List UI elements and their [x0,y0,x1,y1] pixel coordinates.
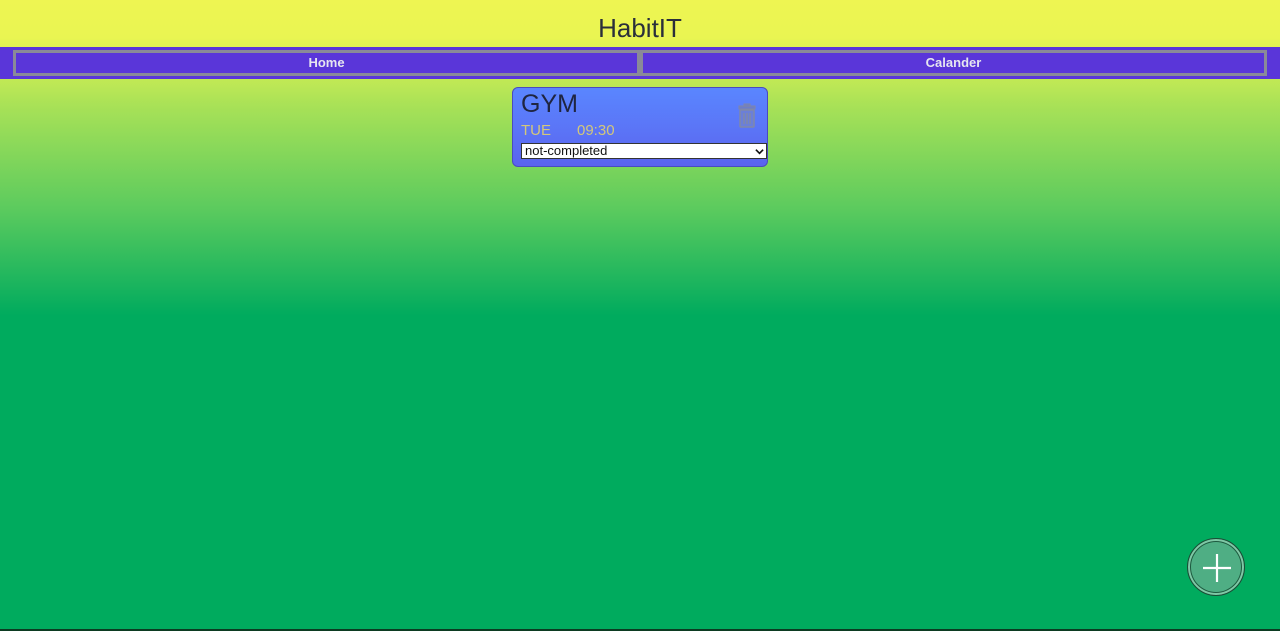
trash-icon[interactable] [733,102,761,130]
habit-day: TUE [521,122,551,139]
habit-time: 09:30 [577,122,615,139]
nav-tab-home[interactable]: Home [13,50,640,76]
nav-tab-calander[interactable]: Calander [640,50,1267,76]
chevron-down-icon [755,149,764,155]
habit-name: GYM [521,90,578,118]
habit-card: GYM TUE 09:30 not-completed [512,87,768,167]
nav-bar: Home Calander [0,47,1280,79]
add-habit-button[interactable] [1187,538,1245,596]
plus-icon [1203,554,1231,582]
app-title: HabitIT [598,13,682,43]
status-select[interactable]: not-completed [521,143,767,159]
status-select-value: not-completed [525,143,608,158]
